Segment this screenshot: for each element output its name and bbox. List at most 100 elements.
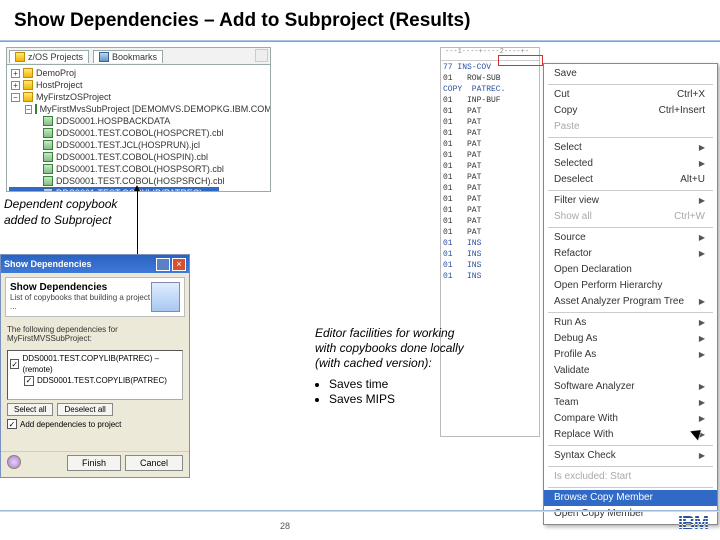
list-item[interactable]: ✓DDS0001.TEST.COPYLIB(PATREC) – (remote) bbox=[10, 353, 180, 375]
cobol-file-icon bbox=[43, 128, 53, 138]
tree-node-myfirst[interactable]: − MyFirstzOSProject bbox=[9, 91, 270, 103]
submenu-arrow-icon: ▶ bbox=[699, 247, 705, 261]
tab-bookmarks[interactable]: Bookmarks bbox=[93, 50, 163, 63]
menu-runas[interactable]: Run As▶ bbox=[544, 315, 717, 331]
menu-selected[interactable]: Selected▶ bbox=[544, 156, 717, 172]
submenu-arrow-icon: ▶ bbox=[699, 141, 705, 155]
menu-save[interactable]: Save bbox=[544, 66, 717, 82]
dialog-subheading: List of copybooks that building a projec… bbox=[10, 293, 151, 311]
menu-shortcut: Ctrl+W bbox=[674, 210, 705, 224]
checkbox-icon[interactable]: ✓ bbox=[10, 359, 19, 369]
menu-validate[interactable]: Validate bbox=[544, 363, 717, 379]
editor-line: 01 PAT bbox=[443, 128, 537, 139]
submenu-arrow-icon: ▶ bbox=[699, 316, 705, 330]
submenu-arrow-icon: ▶ bbox=[699, 380, 705, 394]
jcl-file-icon bbox=[43, 140, 53, 150]
tab-label: Bookmarks bbox=[112, 52, 157, 62]
collapse-icon[interactable]: − bbox=[11, 93, 20, 102]
cobol-file-icon bbox=[43, 176, 53, 186]
tree-label: DemoProj bbox=[36, 67, 76, 79]
project-icon bbox=[15, 52, 25, 62]
menu-openperform[interactable]: Open Perform Hierarchy bbox=[544, 278, 717, 294]
editor-line: 01 PAT bbox=[443, 172, 537, 183]
submenu-arrow-icon: ▶ bbox=[699, 194, 705, 208]
dialog-title: Show Dependencies bbox=[4, 259, 92, 269]
tree-node-hostproject[interactable]: + HostProject bbox=[9, 79, 270, 91]
select-all-button[interactable]: Select all bbox=[7, 403, 53, 416]
folder-icon bbox=[23, 68, 33, 78]
menu-paste: Paste bbox=[544, 119, 717, 135]
editor-line: 01 PAT bbox=[443, 205, 537, 216]
menu-team[interactable]: Team▶ bbox=[544, 395, 717, 411]
dialog-titlebar[interactable]: Show Dependencies × bbox=[1, 255, 189, 273]
close-button[interactable]: × bbox=[172, 258, 186, 271]
menu-deselect[interactable]: DeselectAlt+U bbox=[544, 172, 717, 188]
menu-assetanalyzer[interactable]: Asset Analyzer Program Tree▶ bbox=[544, 294, 717, 310]
tree-label: DDS0001.TEST.COBOL(HOSPIN).cbl bbox=[56, 151, 208, 163]
menu-softanalyzer[interactable]: Software Analyzer▶ bbox=[544, 379, 717, 395]
deselect-all-button[interactable]: Deselect all bbox=[57, 403, 112, 416]
menu-label: Refactor bbox=[554, 247, 592, 261]
tree-node-file[interactable]: DDS0001.TEST.COBOL(HOSPSORT).cbl bbox=[9, 163, 270, 175]
help-icon[interactable] bbox=[7, 455, 21, 469]
collapse-icon[interactable]: − bbox=[25, 105, 32, 114]
menu-opendecl[interactable]: Open Declaration bbox=[544, 262, 717, 278]
cancel-button[interactable]: Cancel bbox=[125, 455, 183, 471]
tree-body[interactable]: +DemoProj +HostProject −MyFirstzOSProjec… bbox=[7, 65, 270, 192]
submenu-arrow-icon: ▶ bbox=[699, 348, 705, 362]
annotation-editor-facilities: Editor facilities for working with copyb… bbox=[315, 326, 505, 407]
tab-zos-projects[interactable]: z/OS Projects bbox=[9, 50, 89, 63]
tree-label: MyFirstzOSProject bbox=[36, 91, 111, 103]
menu-syntax[interactable]: Syntax Check▶ bbox=[544, 448, 717, 464]
dialog-icon bbox=[151, 282, 180, 312]
expand-icon[interactable]: + bbox=[11, 81, 20, 90]
ibm-logo: IBM bbox=[678, 513, 708, 534]
editor-line: 01 PAT bbox=[443, 106, 537, 117]
checkbox-icon[interactable]: ✓ bbox=[24, 376, 34, 386]
tree-node-file[interactable]: DDS0001.TEST.JCL(HOSPRUN).jcl bbox=[9, 139, 270, 151]
view-menu-handle[interactable] bbox=[255, 49, 268, 62]
tree-node-file[interactable]: DDS0001.HOSPBACKDATA bbox=[9, 115, 270, 127]
tree-node-demoproj[interactable]: + DemoProj bbox=[9, 67, 270, 79]
menu-label: Show all bbox=[554, 210, 592, 224]
menu-debugas[interactable]: Debug As▶ bbox=[544, 331, 717, 347]
expand-icon[interactable]: + bbox=[11, 69, 20, 78]
tree-node-file[interactable]: DDS0001.TEST.COBOL(HOSPIN).cbl bbox=[9, 151, 270, 163]
cobol-file-icon bbox=[43, 164, 53, 174]
subproject-icon bbox=[35, 104, 37, 114]
menu-filterview[interactable]: Filter view▶ bbox=[544, 193, 717, 209]
menu-compare[interactable]: Compare With▶ bbox=[544, 411, 717, 427]
menu-profileas[interactable]: Profile As▶ bbox=[544, 347, 717, 363]
tree-node-file[interactable]: DDS0001.TEST.COBOL(HOSPCRET).cbl bbox=[9, 127, 270, 139]
menu-browse-copy[interactable]: Browse Copy Member bbox=[544, 490, 717, 506]
annotation-bullet: Saves time bbox=[329, 377, 505, 392]
menu-separator bbox=[548, 227, 713, 228]
menu-source[interactable]: Source▶ bbox=[544, 230, 717, 246]
menu-cut[interactable]: CutCtrl+X bbox=[544, 87, 717, 103]
list-item[interactable]: ✓DDS0001.TEST.COPYLIB(PATREC) bbox=[10, 375, 180, 386]
menu-separator bbox=[548, 137, 713, 138]
finish-button[interactable]: Finish bbox=[67, 455, 121, 471]
tab-label: z/OS Projects bbox=[28, 52, 83, 62]
annotation-line: Dependent copybook bbox=[4, 196, 139, 212]
menu-label: Open Perform Hierarchy bbox=[554, 279, 662, 293]
annotation-bullet: Saves MIPS bbox=[329, 392, 505, 407]
title-divider bbox=[0, 40, 720, 42]
add-to-project-row[interactable]: ✓ Add dependencies to project bbox=[7, 419, 183, 429]
menu-label: Deselect bbox=[554, 173, 593, 187]
menu-label: Cut bbox=[554, 88, 570, 102]
submenu-arrow-icon: ▶ bbox=[699, 412, 705, 426]
editor-line: 01 ROW-SUB bbox=[443, 73, 537, 84]
tree-node-copybook-selected[interactable]: DDS0001.TEST.COPYLIB(PATREC).cpy bbox=[9, 187, 219, 192]
tree-node-subproject[interactable]: −MyFirstMvsSubProject [DEMOMVS.DEMOPKG.I… bbox=[9, 103, 270, 115]
menu-refactor[interactable]: Refactor ▶ bbox=[544, 246, 717, 262]
menu-showall: Show all Ctrl+W bbox=[544, 209, 717, 225]
editor-line: 01 PAT bbox=[443, 227, 537, 238]
tree-label: HostProject bbox=[36, 79, 83, 91]
menu-select[interactable]: Select▶ bbox=[544, 140, 717, 156]
list-label: DDS0001.TEST.COPYLIB(PATREC) – (remote) bbox=[22, 353, 180, 375]
checkbox-icon[interactable]: ✓ bbox=[7, 419, 17, 429]
minimize-button[interactable] bbox=[156, 258, 170, 271]
dependency-list[interactable]: ✓DDS0001.TEST.COPYLIB(PATREC) – (remote)… bbox=[7, 350, 183, 400]
menu-copy[interactable]: CopyCtrl+Insert bbox=[544, 103, 717, 119]
